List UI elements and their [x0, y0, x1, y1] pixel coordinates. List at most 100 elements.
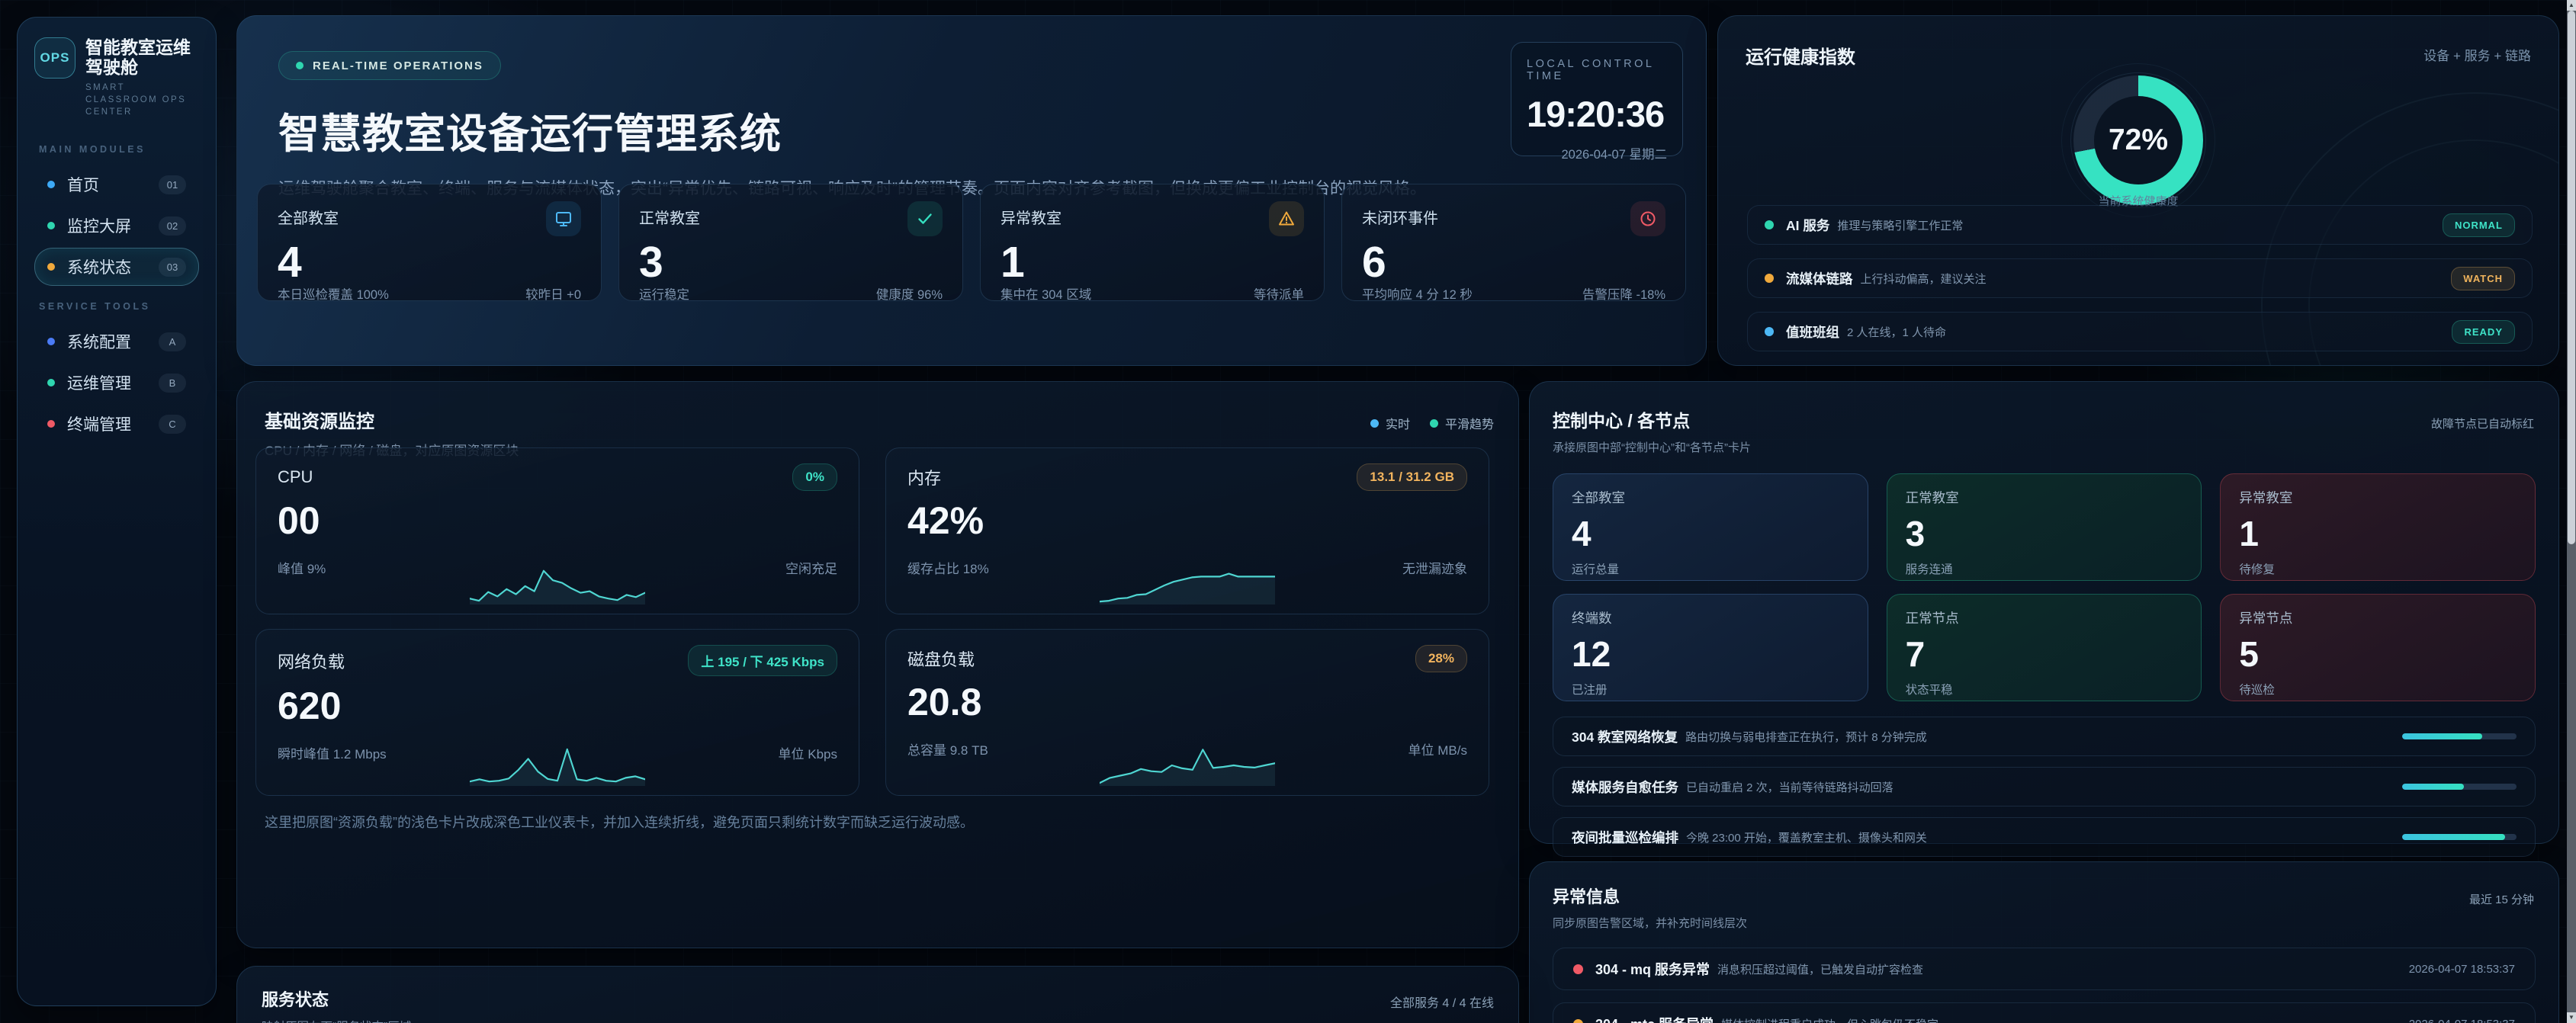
service-name: AI 服务: [1786, 216, 1829, 235]
node-card-normal-classrooms: 正常教室 3 服务连通: [1887, 473, 2202, 581]
node-foot: 服务连通: [1906, 560, 2183, 577]
scroll-up-icon[interactable]: ▲: [2567, 0, 2576, 11]
resource-label: 内存: [907, 465, 941, 489]
alert-row-mq[interactable]: 304 - mq 服务异常 消息积压超过阈值，已触发自动扩容检查 2026-04…: [1553, 948, 2536, 990]
health-title: 运行健康指数: [1746, 42, 1855, 69]
resource-badge: 0%: [792, 463, 837, 491]
stat-value: 6: [1362, 241, 1665, 284]
alerts-hint: 最近 15 分钟: [2469, 891, 2534, 907]
clock-date: 2026-04-07 星期二: [1527, 144, 1667, 162]
node-card-normal-nodes: 正常节点 7 状态平稳: [1887, 594, 2202, 701]
sidebar-item-home[interactable]: 首页 01: [34, 165, 199, 204]
task-desc: 路由切换与弱电排查正在执行，预计 8 分钟完成: [1685, 729, 1927, 745]
node-foot: 待修复: [2239, 560, 2517, 577]
sidebar-item-terminal-management[interactable]: 终端管理 C: [34, 405, 199, 443]
resource-foot-right: 空闲充足: [785, 558, 837, 577]
legend-label: 实时: [1386, 414, 1410, 432]
stat-foot-right: 告警压降 -18%: [1582, 284, 1665, 303]
resource-cards-grid: CPU 0% 00 峰值 9% 空闲充足 内存 13.1 / 31.2 GB: [255, 447, 1489, 796]
scroll-down-icon[interactable]: ▼: [2567, 1012, 2576, 1023]
node-label: 异常节点: [2239, 608, 2517, 627]
task-row-night-inspection[interactable]: 夜间批量巡检编排 今晚 23:00 开始，覆盖教室主机、摄像头和网关: [1553, 817, 2536, 857]
task-progress-bar: [2402, 784, 2517, 790]
resource-foot-right: 单位 Kbps: [779, 743, 837, 762]
status-dot-icon: [1765, 220, 1774, 229]
service-row-streaming[interactable]: 流媒体链路 上行抖动偏高，建议关注 WATCH: [1747, 258, 2533, 298]
stat-foot-left: 平均响应 4 分 12 秒: [1362, 284, 1473, 303]
task-progress-bar: [2402, 733, 2517, 739]
service-name: 流媒体链路: [1786, 269, 1853, 288]
task-name: 304 教室网络恢复: [1572, 727, 1678, 746]
task-progress-fill: [2402, 834, 2505, 840]
alert-dot-icon: [1573, 1019, 1583, 1023]
health-subtitle: 设备 + 服务 + 链路: [2423, 42, 2531, 64]
app-subtitle: SMART CLASSROOM OPS CENTER: [85, 82, 199, 118]
stat-value: 3: [639, 241, 943, 284]
sidebar-item-system-status[interactable]: 系统状态 03: [34, 248, 199, 286]
status-badge: WATCH: [2451, 267, 2515, 290]
alert-row-mtc[interactable]: 304 - mtc 服务异常 媒体控制进程重启成功，但心跳包仍不稳定 2026-…: [1553, 1002, 2536, 1023]
alert-name: 304 - mtc 服务异常: [1595, 1014, 1714, 1023]
sidebar-item-label: 首页: [67, 173, 99, 196]
stat-label: 未闭环事件: [1362, 201, 1438, 228]
resource-foot-right: 无泄漏迹象: [1402, 558, 1467, 577]
network-sparkline-chart: [470, 742, 645, 789]
resource-foot-left: 缓存占比 18%: [907, 558, 989, 577]
alert-timestamp: 2026-04-07 18:53:37: [2409, 963, 2515, 976]
control-hint: 故障节点已自动标红: [2431, 415, 2534, 431]
alerts-title: 异常信息: [1553, 884, 2536, 908]
sidebar-item-system-config[interactable]: 系统配置 A: [34, 322, 199, 361]
service-row-duty-team[interactable]: 值班班组 2 人在线，1 人待命 READY: [1747, 312, 2533, 351]
legend-label: 平滑趋势: [1445, 414, 1494, 432]
stat-card-open-incidents: 未闭环事件 6 平均响应 4 分 12 秒 告警压降 -18%: [1341, 184, 1686, 301]
disk-sparkline-chart: [1100, 742, 1275, 789]
scrollbar-thumb[interactable]: [2568, 11, 2575, 544]
page-title: 智慧教室设备运行管理系统: [278, 100, 1665, 160]
resources-note: 这里把原图“资源负载”的浅色卡片改成深色工业仪表卡，并加入连续折线，避免页面只剩…: [265, 812, 974, 832]
resource-badge: 28%: [1415, 645, 1467, 672]
nav-dot-icon: [47, 420, 55, 428]
status-badge: NORMAL: [2443, 213, 2515, 237]
sidebar-item-monitor-screen[interactable]: 监控大屏 02: [34, 207, 199, 245]
health-gauge: 72% 当前系统健康度: [2066, 68, 2211, 213]
stat-foot-right: 健康度 96%: [876, 284, 943, 303]
nav-dot-icon: [47, 379, 55, 386]
health-panel: 运行健康指数 设备 + 服务 + 链路 72% 当前系统健康度 AI 服务 推理…: [1717, 15, 2559, 366]
nav-section-service-tools: SERVICE TOOLS: [39, 301, 194, 312]
brand-text: 智能教室运维驾驶舱 SMART CLASSROOM OPS CENTER: [85, 37, 199, 118]
sidebar-item-badge: C: [159, 415, 186, 434]
alert-name: 304 - mq 服务异常: [1595, 959, 1710, 979]
health-percent: 72%: [2109, 123, 2168, 157]
sidebar: OPS 智能教室运维驾驶舱 SMART CLASSROOM OPS CENTER…: [17, 17, 217, 1006]
header-panel: REAL-TIME OPERATIONS 智慧教室设备运行管理系统 运维驾驶舱聚…: [236, 15, 1707, 366]
resource-card-cpu: CPU 0% 00 峰值 9% 空闲充足: [255, 447, 859, 614]
sidebar-item-label: 系统状态: [67, 255, 131, 278]
resource-value: 42%: [907, 502, 1467, 540]
chart-legend: 实时 平滑趋势: [1370, 414, 1494, 432]
task-row-media-self-heal[interactable]: 媒体服务自愈任务 已自动重启 2 次，当前等待链路抖动回落: [1553, 767, 2536, 807]
sidebar-item-badge: 03: [159, 258, 186, 277]
alert-timestamp: 2026-04-07 18:53:37: [2409, 1018, 2515, 1023]
service-name: 值班班组: [1786, 322, 1839, 342]
stat-foot-left: 本日巡检覆盖 100%: [278, 284, 389, 303]
sidebar-item-ops-management[interactable]: 运维管理 B: [34, 364, 199, 402]
alerts-subtitle: 同步原图告警区域，并补充时间线层次: [1553, 915, 2536, 931]
node-value: 4: [1572, 516, 1849, 551]
service-status-subtitle: 映射原图左下“服务状态”区域: [262, 1018, 411, 1023]
realtime-badge: REAL-TIME OPERATIONS: [278, 51, 501, 80]
sidebar-item-label: 监控大屏: [67, 214, 131, 237]
alert-desc: 消息积压超过阈值，已触发自动扩容检查: [1717, 961, 1923, 977]
status-dot-icon: [296, 62, 304, 69]
nav-dot-icon: [47, 263, 55, 271]
task-row-network-recovery[interactable]: 304 教室网络恢复 路由切换与弱电排查正在执行，预计 8 分钟完成: [1553, 717, 2536, 756]
node-value: 1: [2239, 516, 2517, 551]
node-foot: 运行总量: [1572, 560, 1849, 577]
node-label: 异常教室: [2239, 488, 2517, 507]
resource-value: 620: [278, 687, 837, 725]
app-logo: OPS: [34, 37, 75, 79]
resource-foot-left: 峰值 9%: [278, 558, 326, 577]
vertical-scrollbar[interactable]: ▲ ▼: [2567, 0, 2576, 1023]
resource-card-disk: 磁盘负载 28% 20.8 总容量 9.8 TB 单位 MB/s: [885, 629, 1489, 796]
service-row-ai[interactable]: AI 服务 推理与策略引擎工作正常 NORMAL: [1747, 205, 2533, 245]
stat-card-normal-classrooms: 正常教室 3 运行稳定 健康度 96%: [618, 184, 963, 301]
